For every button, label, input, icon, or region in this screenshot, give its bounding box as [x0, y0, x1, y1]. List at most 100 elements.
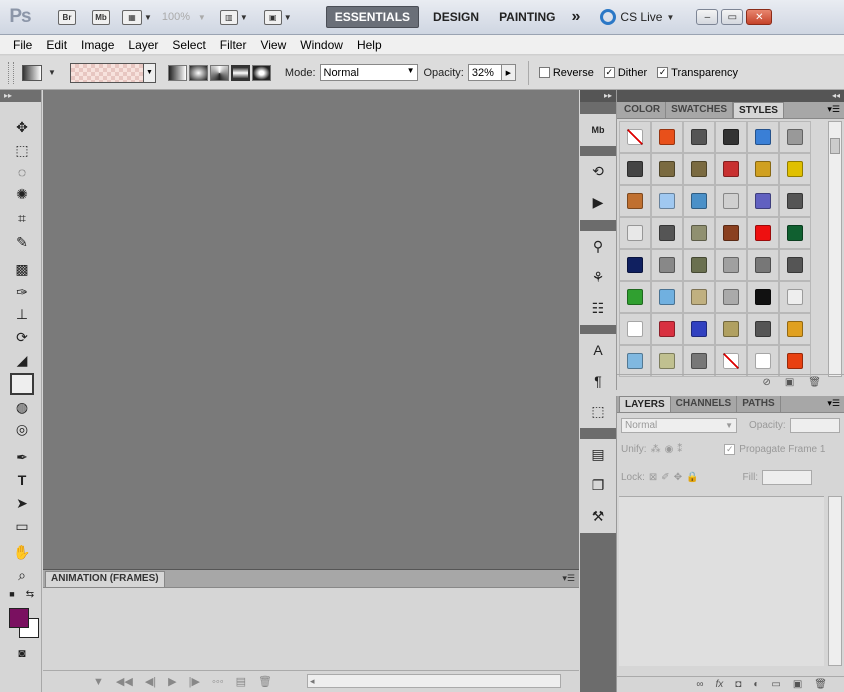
link-layers-icon[interactable]: ∞: [696, 679, 703, 690]
style-swatch[interactable]: [619, 185, 651, 217]
style-swatch[interactable]: [779, 185, 811, 217]
adjustment-layer-icon[interactable]: ◐: [753, 679, 759, 690]
options-grip[interactable]: [8, 61, 14, 84]
marquee-tool-icon[interactable]: ⬚: [10, 139, 34, 161]
clone-source-panel-icon[interactable]: ⚘: [580, 262, 616, 293]
unify-style-icon[interactable]: ⁑: [677, 444, 682, 455]
style-swatch[interactable]: [715, 217, 747, 249]
lasso-tool-icon[interactable]: ◌: [10, 161, 34, 183]
menu-filter[interactable]: Filter: [213, 38, 254, 52]
tab-paths[interactable]: PATHS: [737, 396, 781, 412]
lock-all-icon[interactable]: 🔒: [686, 472, 698, 483]
character-panel-icon[interactable]: A: [580, 334, 616, 365]
shape-tool-icon[interactable]: ▭: [10, 515, 34, 537]
tab-channels[interactable]: CHANNELS: [671, 396, 738, 412]
scroll-thumb[interactable]: [830, 138, 840, 154]
style-swatch[interactable]: [683, 217, 715, 249]
style-swatch[interactable]: [747, 313, 779, 345]
hand-tool-icon[interactable]: ✋: [10, 541, 34, 563]
layers-scrollbar[interactable]: [828, 496, 842, 666]
prev-frame-icon[interactable]: ◀|: [145, 675, 156, 688]
style-swatch[interactable]: [619, 345, 651, 377]
style-swatch[interactable]: [683, 185, 715, 217]
menu-image[interactable]: Image: [74, 38, 121, 52]
panel-collapse-icon[interactable]: ▸▸: [0, 90, 41, 102]
view-extras-button[interactable]: ▦ ▼: [122, 6, 152, 28]
style-swatch[interactable]: [747, 121, 779, 153]
layer-mask-icon[interactable]: ◘: [735, 679, 741, 690]
angle-gradient-button[interactable]: [209, 64, 229, 81]
maximize-button[interactable]: ▭: [721, 9, 744, 25]
dither-checkbox[interactable]: ✓ Dither: [603, 67, 647, 79]
style-swatch[interactable]: [683, 121, 715, 153]
lock-image-icon[interactable]: ✐: [661, 472, 669, 483]
unify-visibility-icon[interactable]: ◉: [665, 444, 674, 455]
brush-tool-icon[interactable]: ✑: [10, 281, 34, 303]
style-swatch[interactable]: [747, 217, 779, 249]
radial-gradient-button[interactable]: [188, 64, 208, 81]
animation-horizontal-scrollbar[interactable]: ◂: [307, 674, 561, 688]
style-swatch[interactable]: [651, 153, 683, 185]
eraser-tool-icon[interactable]: ◢: [10, 349, 34, 371]
new-layer-icon[interactable]: ▣: [793, 679, 802, 690]
style-swatch[interactable]: [715, 185, 747, 217]
tab-swatches[interactable]: SWATCHES: [666, 102, 734, 118]
style-swatch[interactable]: [715, 345, 747, 377]
duplicate-frame-icon[interactable]: ▤: [236, 675, 246, 688]
minibridge-panel-icon[interactable]: Mb: [580, 114, 616, 145]
type-tool-icon[interactable]: T: [10, 469, 34, 491]
first-frame-icon[interactable]: ◀◀: [116, 675, 133, 688]
style-swatch[interactable]: [619, 313, 651, 345]
panel-expand-icon[interactable]: ▸▸: [580, 90, 616, 102]
tool-presets-panel-icon[interactable]: ☷: [580, 293, 616, 324]
paragraph-panel-icon[interactable]: ¶: [580, 365, 616, 396]
styles-scrollbar[interactable]: [828, 121, 842, 377]
style-swatch[interactable]: [651, 249, 683, 281]
screen-mode-button[interactable]: ▣ ▼: [263, 6, 292, 28]
diamond-gradient-button[interactable]: [251, 64, 271, 81]
crop-tool-icon[interactable]: ⌗: [10, 207, 34, 229]
tween-icon[interactable]: ◦◦◦: [212, 676, 224, 688]
fill-input[interactable]: [762, 470, 813, 485]
style-swatch[interactable]: [779, 313, 811, 345]
style-swatch[interactable]: [747, 345, 779, 377]
reverse-checkbox[interactable]: Reverse: [538, 67, 594, 79]
more-workspaces-button[interactable]: »: [564, 6, 589, 28]
style-swatch[interactable]: [619, 153, 651, 185]
style-swatch[interactable]: [715, 249, 747, 281]
menu-help[interactable]: Help: [350, 38, 389, 52]
path-select-tool-icon[interactable]: ➤: [10, 492, 34, 514]
layer-style-icon[interactable]: fx: [716, 679, 724, 690]
dodge-tool-icon[interactable]: ◎: [10, 418, 34, 440]
gradient-picker[interactable]: ▼: [69, 62, 156, 83]
opacity-input[interactable]: 32%: [467, 64, 502, 81]
layer-opacity-input[interactable]: [789, 418, 840, 433]
style-swatch[interactable]: [747, 281, 779, 313]
menu-view[interactable]: View: [253, 38, 293, 52]
adjustments-panel-icon[interactable]: ⬚: [580, 396, 616, 427]
new-group-icon[interactable]: ▭: [771, 679, 780, 690]
style-swatch[interactable]: [651, 185, 683, 217]
reflected-gradient-button[interactable]: [230, 64, 250, 81]
style-swatch[interactable]: [619, 249, 651, 281]
opacity-slider-toggle[interactable]: ▶: [501, 64, 516, 81]
lock-position-icon[interactable]: ✥: [674, 472, 682, 483]
document-canvas-area[interactable]: [43, 90, 579, 570]
style-swatch[interactable]: [651, 313, 683, 345]
style-swatch[interactable]: [651, 121, 683, 153]
tab-animation-frames[interactable]: ANIMATION (FRAMES): [45, 571, 165, 587]
workspace-design[interactable]: DESIGN: [425, 6, 487, 28]
panel-menu-icon[interactable]: ▾☰: [827, 398, 840, 409]
style-swatch[interactable]: [715, 281, 747, 313]
style-swatch[interactable]: [683, 249, 715, 281]
style-swatch[interactable]: [779, 281, 811, 313]
style-swatch[interactable]: [651, 217, 683, 249]
blur-tool-icon[interactable]: ◍: [10, 396, 34, 418]
menu-file[interactable]: File: [6, 38, 39, 52]
history-panel-icon[interactable]: ⟲: [580, 156, 616, 187]
chevron-down-icon[interactable]: ▼: [48, 68, 56, 77]
menu-layer[interactable]: Layer: [121, 38, 165, 52]
minimize-button[interactable]: ‒: [696, 9, 719, 25]
quick-mask-icon[interactable]: ◙: [10, 642, 34, 664]
tab-color[interactable]: COLOR: [619, 102, 667, 118]
